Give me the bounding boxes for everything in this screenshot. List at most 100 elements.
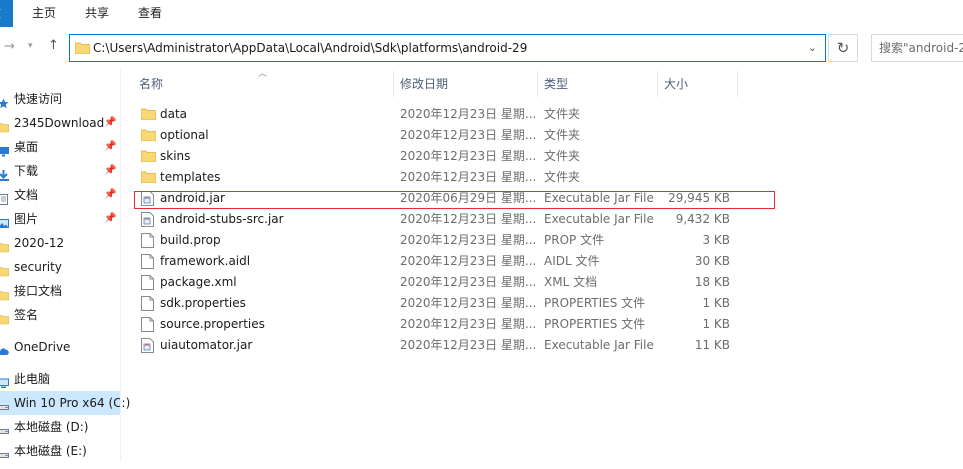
file-row[interactable]: optional 2020年12月23日 星期... 文件夹 [132,125,738,146]
sidebar-item[interactable]: 下载 📌 [0,159,120,183]
pin-icon[interactable]: 📌 [104,183,116,207]
file-row[interactable]: templates 2020年12月23日 星期... 文件夹 [132,167,738,188]
sidebar-item[interactable]: 此电脑 [0,367,120,391]
file-row[interactable]: sdk.properties 2020年12月23日 星期... PROPERTIE… [132,293,738,314]
sidebar-item[interactable]: Win 10 Pro x64 (C:) [0,391,130,415]
sidebar-item[interactable]: 文档 📌 [0,183,120,207]
file-name: sdk.properties [160,296,246,310]
file-row[interactable]: package.xml 2020年12月23日 星期... XML 文档 18 KB [132,272,738,293]
sidebar-item[interactable]: 桌面 📌 [0,135,120,159]
drive-icon [0,445,9,458]
forward-arrow-icon[interactable]: → [4,39,15,54]
sidebar-item-label: Win 10 Pro x64 (C:) [14,396,131,410]
jar-icon [141,338,155,353]
tab-file[interactable]: 文件 [0,0,13,27]
folder-icon [75,42,90,54]
file-row[interactable]: source.properties 2020年12月23日 星期... PROPER… [132,314,738,335]
tab-share[interactable]: 共享 [85,0,109,27]
file-date: 2020年12月23日 星期... [400,107,537,121]
file-name: skins [160,149,191,163]
file-type: AIDL 文件 [544,254,600,268]
file-type: Executable Jar File [544,338,654,352]
sidebar-item-label: 本地磁盘 (D:) [14,420,89,434]
file-size: 9,432 KB [675,212,730,226]
file-name: android-stubs-src.jar [160,212,284,226]
file-row[interactable]: uiautomator.jar 2020年12月23日 星期... Executab… [132,335,738,356]
annotation-highlight-box [134,191,775,209]
file-type: PROPERTIES 文件 [544,296,646,310]
folder-icon [140,149,157,164]
search-input[interactable]: 搜索"android-29" [871,34,963,62]
drive-icon [0,421,9,434]
pin-icon[interactable]: 📌 [104,207,116,231]
file-type: PROPERTIES 文件 [544,317,646,331]
sidebar-item[interactable]: 2020-12 [0,231,120,255]
pane-divider[interactable] [120,69,121,461]
sidebar-item[interactable]: 本地磁盘 (D:) [0,415,120,439]
column-divider[interactable] [393,71,394,97]
refresh-button[interactable]: ↻ [828,34,858,62]
file-date: 2020年12月23日 星期... [400,170,537,184]
file-date: 2020年12月23日 星期... [400,317,537,331]
file-date: 2020年12月23日 星期... [400,254,537,268]
file-name: framework.aidl [160,254,251,268]
file-row[interactable]: android-stubs-src.jar 2020年12月23日 星期... Ex… [132,209,738,230]
file-row[interactable]: data 2020年12月23日 星期... 文件夹 [132,104,738,125]
tab-home[interactable]: 主页 [32,0,56,27]
cloud-icon [0,341,9,355]
pin-icon[interactable]: 📌 [104,159,116,183]
file-icon [141,317,155,332]
tab-view[interactable]: 查看 [138,0,162,27]
file-row[interactable]: framework.aidl 2020年12月23日 星期... AIDL 文件 30… [132,251,738,272]
computer-icon [0,373,9,388]
address-path[interactable]: C:\Users\Administrator\AppData\Local\And… [93,35,527,61]
file-date: 2020年12月23日 星期... [400,275,537,289]
recent-dropdown-icon[interactable]: ▾ [28,41,33,51]
folder-icon [0,261,10,277]
sidebar-item-label: OneDrive [14,340,71,354]
ribbon: 文件 主页 共享 查看 [0,0,963,28]
file-size: 18 KB [694,275,730,289]
file-row[interactable]: skins 2020年12月23日 星期... 文件夹 [132,146,738,167]
column-divider[interactable] [537,71,538,97]
file-icon [141,233,155,248]
file-type: 文件夹 [544,128,581,142]
file-row[interactable]: build.prop 2020年12月23日 星期... PROP 文件 3 KB [132,230,738,251]
tab-file-label: 文件 [0,0,1,27]
column-divider[interactable] [657,71,658,97]
address-bar[interactable]: C:\Users\Administrator\AppData\Local\And… [69,34,826,62]
folder-icon [0,117,10,133]
desktop-icon [0,141,9,157]
sidebar-item[interactable]: security [0,255,120,279]
sidebar-item[interactable]: OneDrive [0,335,120,359]
file-name: optional [160,128,209,142]
sidebar-item-label: 文档 [14,188,39,202]
sidebar-item[interactable]: 图片 📌 [0,207,120,231]
column-header-type[interactable]: 类型 [544,69,568,99]
folder-icon [140,107,157,122]
pin-icon[interactable]: 📌 [104,135,116,159]
sidebar-item-label: 2345Download [14,116,105,130]
sidebar-item[interactable]: 2345Download 📌 [0,111,120,135]
file-type: Executable Jar File [544,212,654,226]
file-icon [141,254,155,269]
folder-icon [140,128,157,143]
sidebar-item[interactable]: 快速访问 [0,87,120,111]
file-size: 3 KB [702,233,730,247]
file-date: 2020年12月23日 星期... [400,296,537,310]
column-divider[interactable] [737,71,738,97]
file-type: 文件夹 [544,149,581,163]
file-type: 文件夹 [544,107,581,121]
pin-icon[interactable]: 📌 [104,111,116,135]
sidebar-item[interactable]: 接口文档 [0,279,120,303]
file-name: build.prop [160,233,221,247]
sidebar-item[interactable]: 签名 [0,303,120,327]
file-name: templates [160,170,221,184]
chevron-down-icon[interactable]: ⌄ [808,35,817,61]
up-arrow-icon[interactable]: ↑ [48,38,59,53]
file-icon [141,275,155,290]
sidebar-item[interactable]: 本地磁盘 (E:) [0,439,120,463]
column-header-size[interactable]: 大小 [664,69,688,99]
column-header-name[interactable]: 名称 [139,69,163,99]
column-header-date[interactable]: 修改日期 [400,69,448,99]
